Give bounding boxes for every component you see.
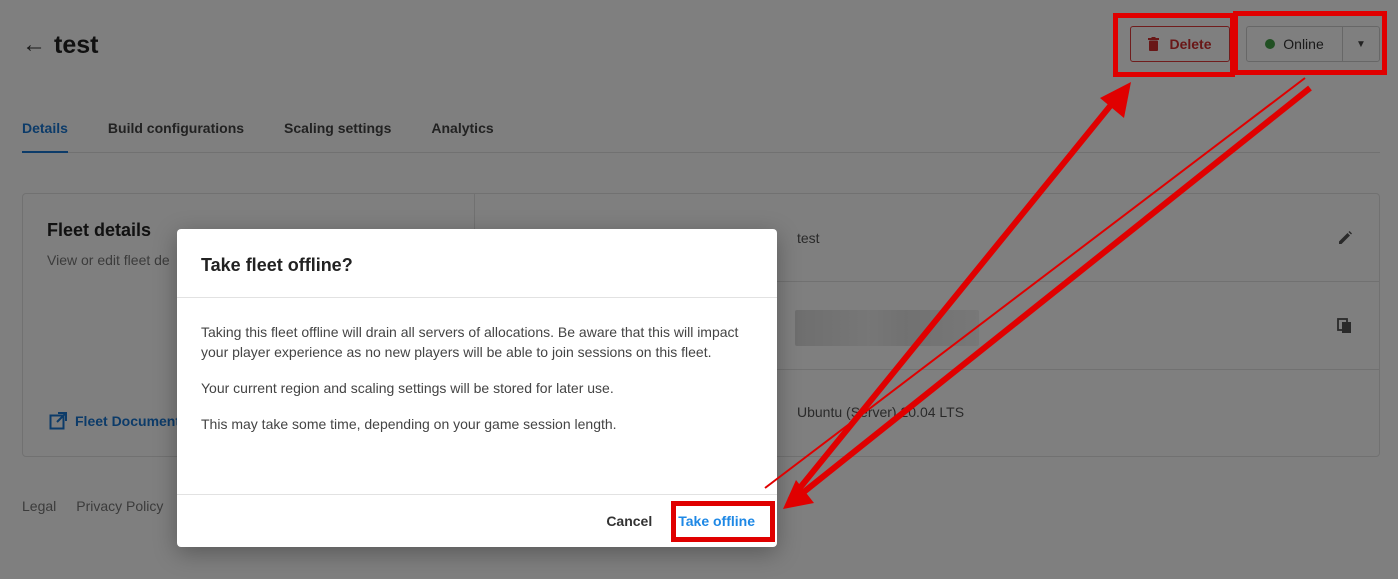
dialog-paragraph: This may take some time, depending on yo… <box>201 416 617 432</box>
annotation-box-delete <box>1113 13 1235 77</box>
dialog-paragraph: Your current region and scaling settings… <box>201 380 614 396</box>
dialog-header: Take fleet offline? <box>177 229 777 298</box>
cancel-button[interactable]: Cancel <box>606 513 652 529</box>
dialog-paragraph: Taking this fleet offline will drain all… <box>201 324 739 360</box>
annotation-box-take-offline <box>671 501 775 542</box>
page: ← test Delete Online ▼ Details Build con… <box>0 0 1398 579</box>
dialog-title: Take fleet offline? <box>201 255 353 275</box>
annotation-box-status <box>1233 11 1387 75</box>
take-offline-dialog: Take fleet offline? Taking this fleet of… <box>177 229 777 547</box>
dialog-body: Taking this fleet offline will drain all… <box>177 298 777 494</box>
